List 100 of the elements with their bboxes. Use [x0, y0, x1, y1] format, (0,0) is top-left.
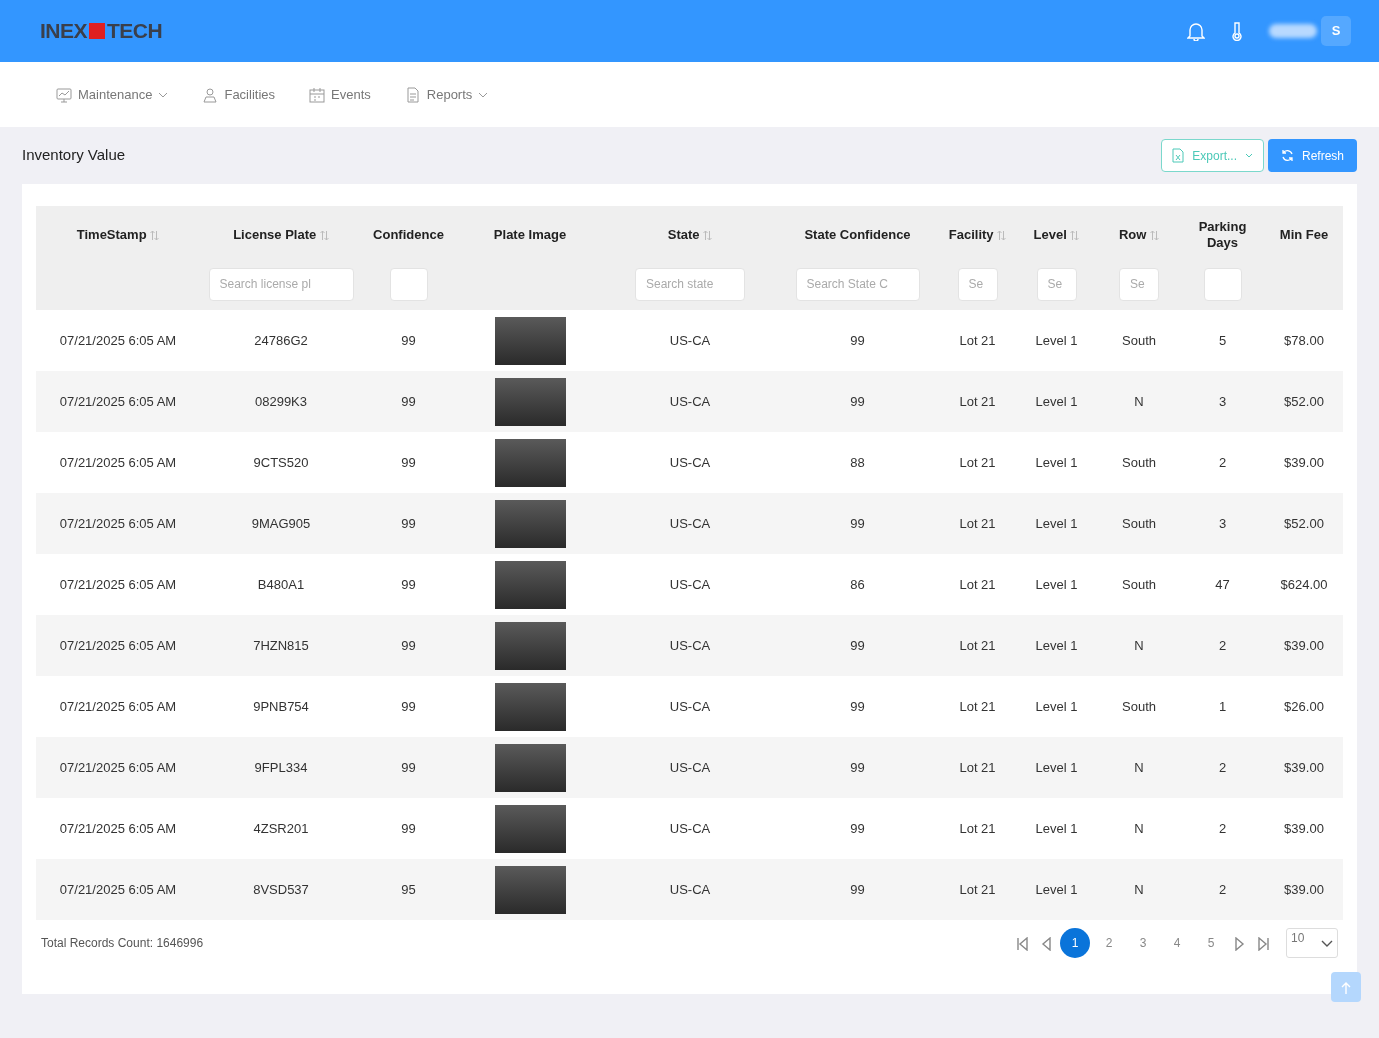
page-button[interactable]: 1 — [1060, 928, 1090, 958]
table-cell: Level 1 — [1035, 820, 1078, 836]
filter-field[interactable]: Search license pl — [208, 267, 354, 301]
table-cell: US-CA — [669, 881, 711, 897]
nav-link[interactable]: Maintenance — [56, 84, 169, 105]
table-cell: 99 — [401, 576, 416, 592]
table-cell: 7HZN815 — [253, 637, 309, 653]
calendar-icon — [309, 86, 326, 103]
page-size-select[interactable]: 10 — [1286, 928, 1338, 958]
table-cell: 99 — [401, 698, 416, 714]
table-cell: 07/21/2025 6:05 AM — [59, 881, 177, 897]
table-cell: $39.00 — [1284, 881, 1324, 897]
sort-icon[interactable] — [150, 230, 160, 242]
column-header[interactable]: Row — [1118, 227, 1147, 243]
table-cell: 4ZSR201 — [253, 820, 309, 836]
table-cell: $624.00 — [1280, 576, 1328, 592]
table-cell: 99 — [401, 637, 416, 653]
table-cell: 07/21/2025 6:05 AM — [59, 637, 177, 653]
table-cell: 24786G2 — [254, 332, 308, 348]
sort-icon[interactable] — [703, 230, 713, 242]
table-cell: 99 — [850, 332, 865, 348]
sort-icon[interactable] — [1070, 230, 1080, 242]
table-cell: 99 — [850, 881, 865, 897]
table-cell: 99 — [850, 759, 865, 775]
page-button[interactable]: 3 — [1128, 928, 1158, 958]
plate-photo-placeholder — [494, 804, 566, 853]
sort-icon[interactable] — [319, 230, 329, 242]
column-header: Plate Image — [493, 227, 567, 243]
page-button[interactable]: 5 — [1196, 928, 1226, 958]
table-cell: Level 1 — [1035, 881, 1078, 897]
chevron-down-icon — [1244, 153, 1253, 158]
first-page-icon — [1016, 936, 1028, 951]
table-cell: US-CA — [669, 454, 711, 470]
table-cell: $39.00 — [1284, 820, 1324, 836]
plate-photo-placeholder — [494, 377, 566, 426]
table-cell: South — [1122, 698, 1156, 714]
table-cell: Level 1 — [1035, 332, 1078, 348]
filter-field[interactable]: Se — [1119, 267, 1159, 301]
table-cell: 3 — [1218, 515, 1227, 531]
chevron-down-icon — [1321, 939, 1333, 947]
table-cell: 07/21/2025 6:05 AM — [59, 454, 177, 470]
table-cell: Level 1 — [1035, 515, 1078, 531]
table-cell: Level 1 — [1035, 393, 1078, 409]
column-header[interactable]: State — [667, 227, 700, 243]
table-cell: 2 — [1218, 820, 1227, 836]
scroll-to-top-button[interactable] — [1331, 972, 1361, 1002]
filter-field[interactable] — [1203, 267, 1242, 301]
table-cell: Lot 21 — [959, 332, 996, 348]
table-cell: 2 — [1218, 759, 1227, 775]
nav-link[interactable]: Facilities — [202, 84, 276, 105]
table-cell: Level 1 — [1035, 698, 1078, 714]
filter-field[interactable]: Se — [1036, 267, 1077, 301]
table-cell: 5 — [1218, 332, 1227, 348]
column-header[interactable]: License Plate — [233, 227, 317, 243]
table-cell: 88 — [850, 454, 865, 470]
table-cell: N — [1134, 881, 1144, 897]
page-button[interactable]: 4 — [1162, 928, 1192, 958]
previous-page-icon — [1040, 936, 1052, 951]
nav-link[interactable]: Events — [309, 84, 371, 105]
table-cell: 99 — [401, 515, 416, 531]
table-cell: Lot 21 — [959, 637, 996, 653]
table-cell: 99 — [401, 454, 416, 470]
filter-field[interactable]: Search State C — [795, 267, 920, 301]
table-cell: $26.00 — [1284, 698, 1324, 714]
table-cell: Level 1 — [1035, 759, 1078, 775]
table-cell: 8VSD537 — [253, 881, 309, 897]
table-cell: 2 — [1218, 454, 1227, 470]
refresh-button[interactable]: Refresh — [1267, 139, 1357, 172]
plate-photo-placeholder — [494, 316, 566, 365]
document-icon — [404, 86, 421, 103]
notification-bell-icon[interactable] — [1187, 21, 1205, 41]
sort-icon[interactable] — [1150, 230, 1160, 242]
table-cell: 07/21/2025 6:05 AM — [59, 698, 177, 714]
column-header[interactable]: Level — [1033, 227, 1067, 243]
total-records-count: Total Records Count: 1646996 — [41, 935, 204, 952]
nav-link[interactable]: Reports — [404, 84, 489, 105]
excel-file-icon — [1172, 148, 1185, 163]
table-cell: 99 — [401, 759, 416, 775]
avatar[interactable]: S — [1321, 16, 1351, 46]
thermometer-icon[interactable] — [1229, 21, 1245, 41]
column-header[interactable]: Facility — [948, 227, 994, 243]
table-cell: Level 1 — [1035, 576, 1078, 592]
column-header[interactable]: TimeStamp — [76, 227, 147, 243]
filter-field[interactable]: Search state — [635, 267, 745, 301]
page-button[interactable]: 2 — [1094, 928, 1124, 958]
filter-field[interactable]: Se — [957, 267, 998, 301]
table-cell: Lot 21 — [959, 698, 996, 714]
table-cell: 9MAG905 — [251, 515, 311, 531]
table-cell: Level 1 — [1035, 454, 1078, 470]
table-cell: $39.00 — [1284, 759, 1324, 775]
table-cell: 99 — [850, 393, 865, 409]
filter-field[interactable] — [389, 267, 428, 301]
table-cell: 95 — [401, 881, 416, 897]
sort-icon[interactable] — [997, 230, 1007, 242]
table-cell: N — [1134, 820, 1144, 836]
table-cell: 1 — [1218, 698, 1227, 714]
table-cell: Lot 21 — [959, 881, 996, 897]
table-cell: US-CA — [669, 820, 711, 836]
table-cell: N — [1134, 393, 1144, 409]
table-cell: 99 — [401, 393, 416, 409]
